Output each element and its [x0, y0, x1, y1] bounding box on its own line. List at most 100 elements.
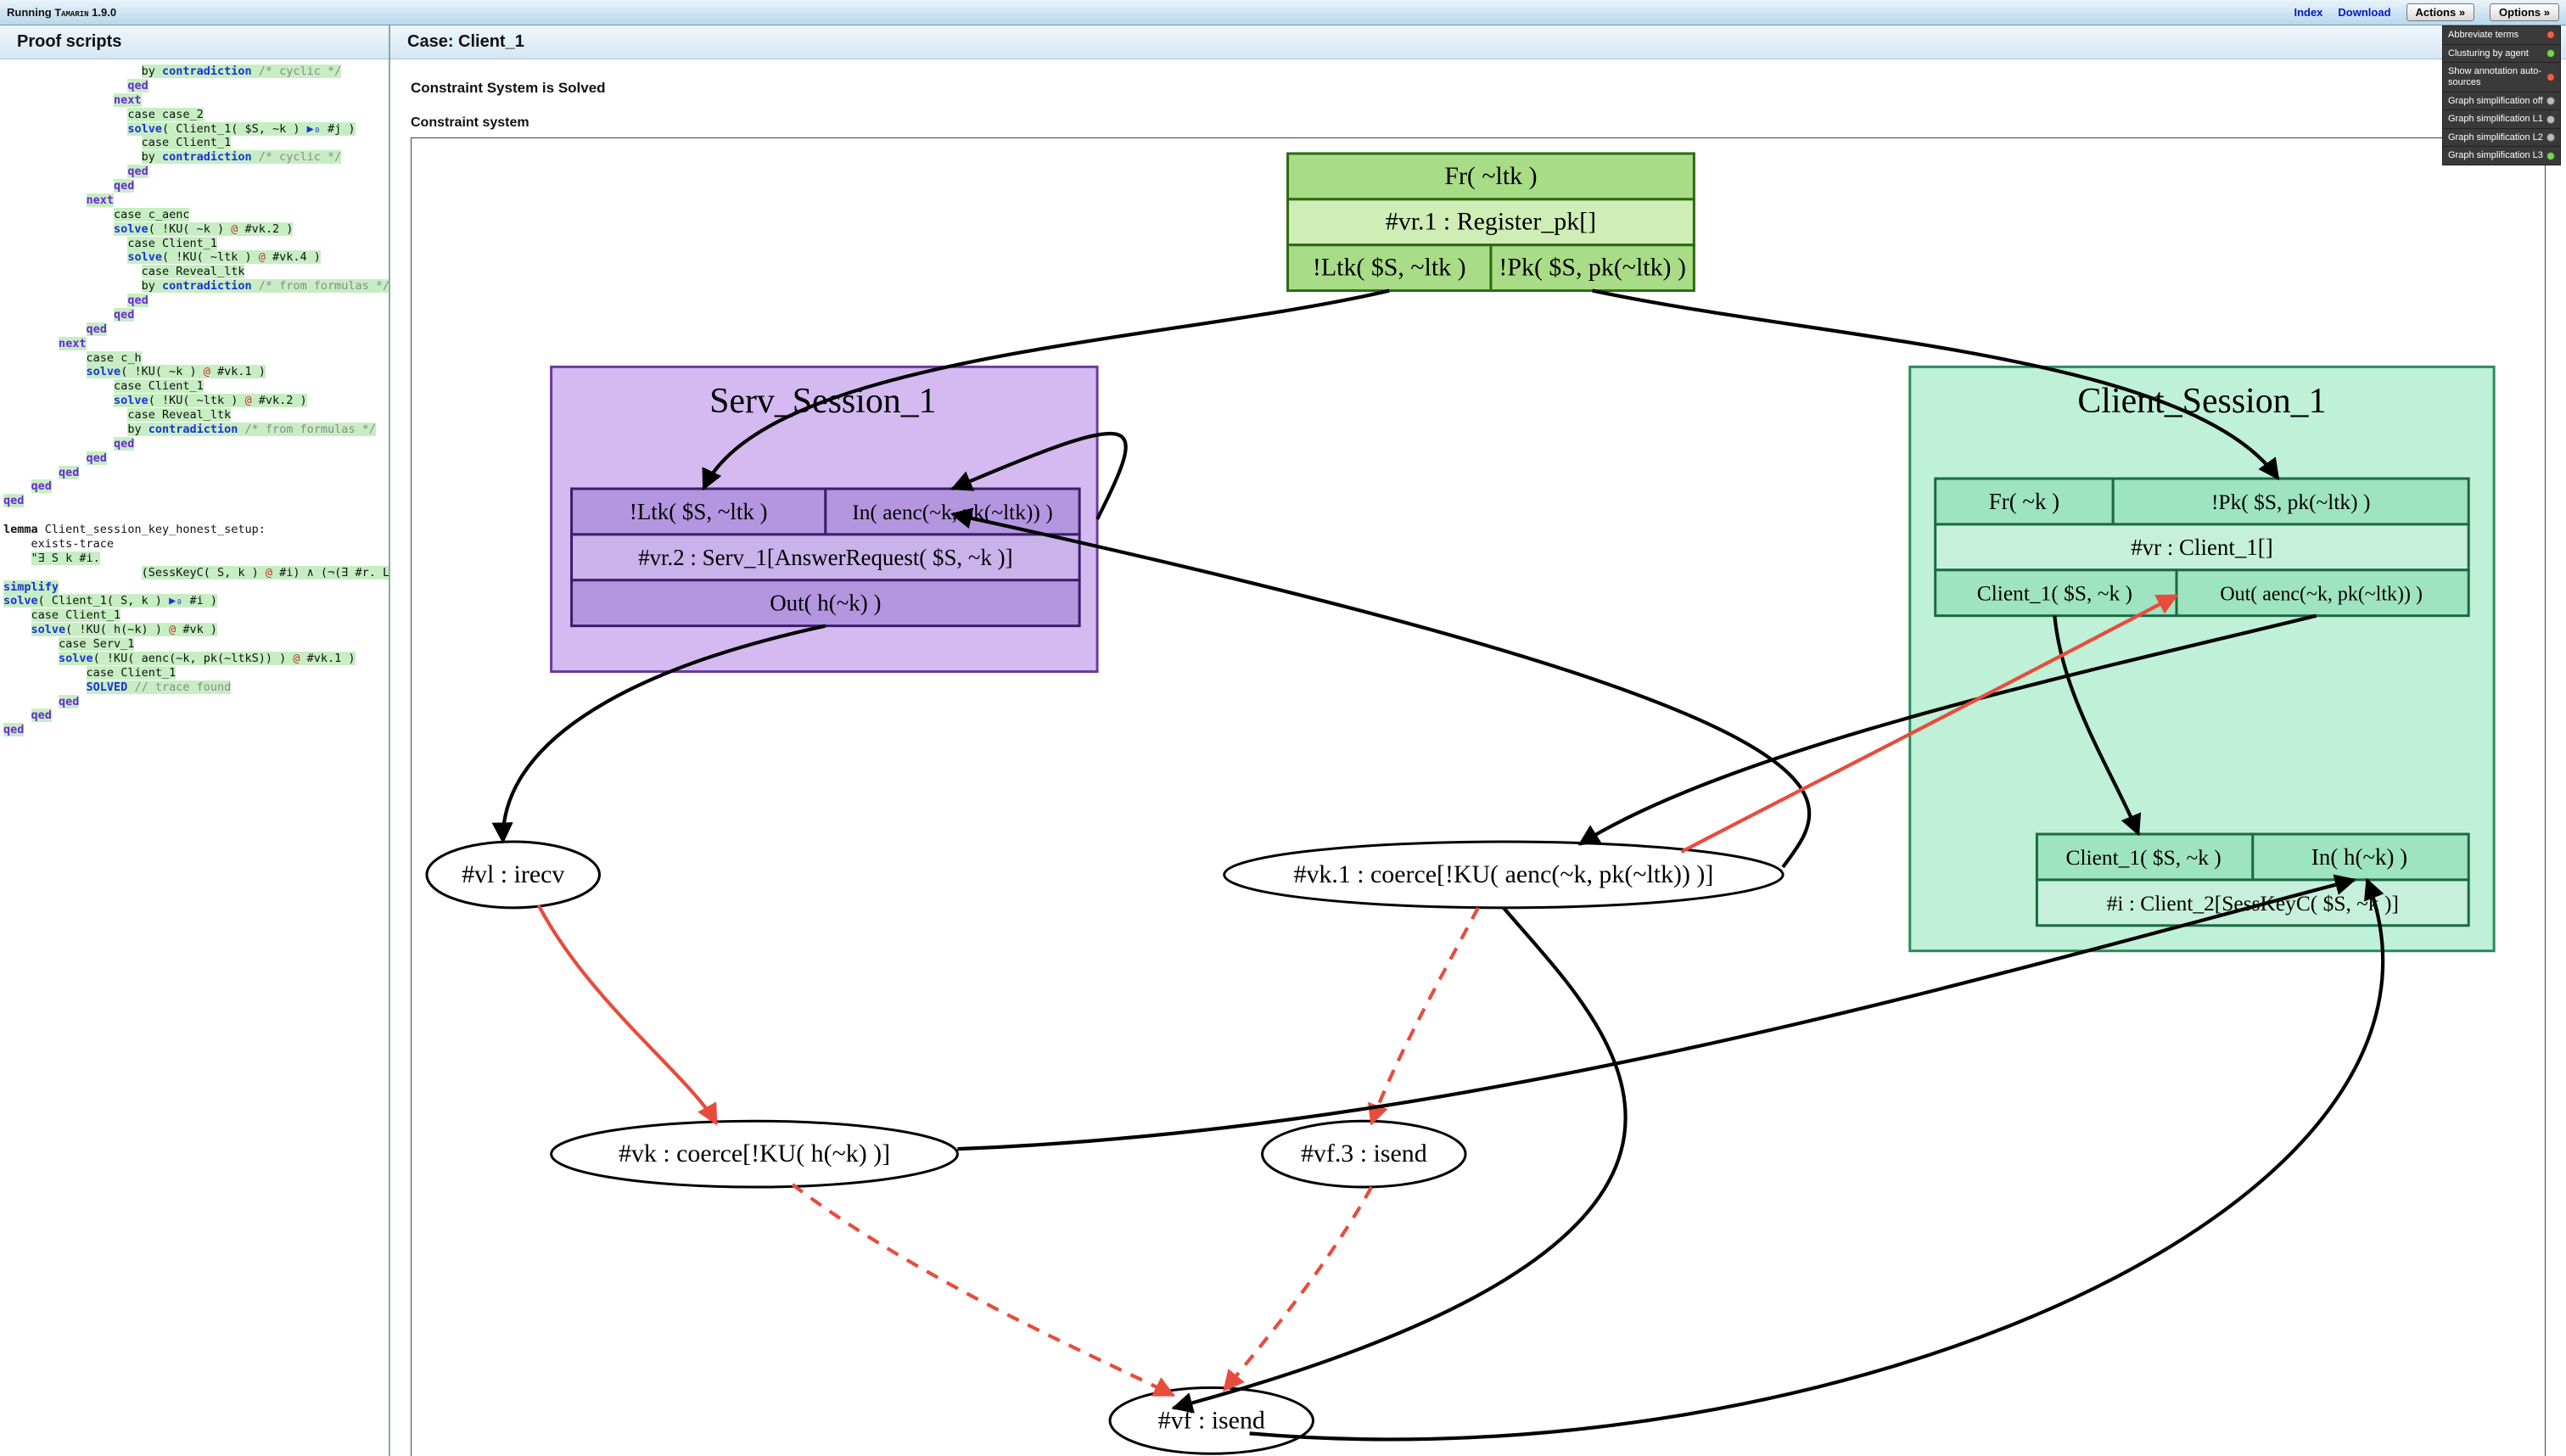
proof-line[interactable]: exists-trace: [3, 537, 385, 552]
svg-text:Fr( ~ltk ): Fr( ~ltk ): [1444, 162, 1537, 190]
proof-line[interactable]: qed: [3, 494, 385, 508]
proof-line[interactable]: qed: [3, 466, 385, 480]
right-panel[interactable]: Case: Client_1 Constraint System is Solv…: [390, 25, 2566, 1456]
option-label: Clusturing by agent: [2448, 48, 2529, 59]
svg-text:In( h(~k) ): In( h(~k) ): [2311, 844, 2407, 870]
option-abbreviate-terms[interactable]: Abbreviate terms: [2443, 26, 2560, 45]
status-dot-icon: [2546, 49, 2555, 58]
svg-text:Client_Session_1: Client_Session_1: [2077, 382, 2326, 421]
svg-text:!Ltk( $S, ~ltk ): !Ltk( $S, ~ltk ): [630, 499, 768, 524]
proof-line[interactable]: by contradiction /* cyclic */: [3, 64, 385, 79]
proof-line[interactable]: SOLVED // trace found: [3, 680, 385, 695]
status-dot-icon: [2546, 115, 2555, 124]
options-menu-button[interactable]: Options »: [2490, 3, 2559, 21]
option-show-annotation-auto-sources[interactable]: Show annotation auto-sources: [2443, 63, 2560, 92]
proof-line[interactable]: case Client_1: [3, 666, 385, 680]
proof-line[interactable]: qed: [3, 294, 385, 308]
proof-line[interactable]: solve( !KU( ~ltk ) @ #vk.2 ): [3, 394, 385, 408]
proof-line[interactable]: qed: [3, 695, 385, 709]
svg-text:!Pk( $S, pk(~ltk) ): !Pk( $S, pk(~ltk) ): [1499, 254, 1686, 282]
nav-download[interactable]: Download: [2338, 6, 2390, 19]
proof-line[interactable]: case Reveal_ltk: [3, 408, 385, 423]
svg-text:#vk : coerce[!KU( h(~k) )]: #vk : coerce[!KU( h(~k) )]: [619, 1140, 890, 1168]
option-clusturing-by-agent[interactable]: Clusturing by agent: [2443, 45, 2560, 64]
option-graph-simplification-off[interactable]: Graph simplification off: [2443, 92, 2560, 111]
proof-line[interactable]: qed: [3, 437, 385, 451]
option-label: Show annotation auto-sources: [2448, 66, 2543, 87]
svg-text:#vr.2 : Serv_1[AnswerRequest(: #vr.2 : Serv_1[AnswerRequest( $S, ~k )]: [638, 545, 1013, 570]
proof-line[interactable]: "∃ S k #i.: [3, 552, 385, 566]
prover-version: 1.9.0: [89, 6, 117, 19]
proof-scripts-title: Proof scripts: [0, 25, 389, 59]
topbar: Running Tamarin 1.9.0 Index Download Act…: [0, 0, 2566, 25]
svg-text:#vk.1 : coerce[!KU( aenc(~k, p: #vk.1 : coerce[!KU( aenc(~k, pk(~ltk)) )…: [1293, 860, 1713, 888]
option-label: Abbreviate terms: [2448, 30, 2518, 41]
svg-text:#vf : isend: #vf : isend: [1158, 1406, 1265, 1434]
proof-line[interactable]: solve( !KU( ~k ) @ #vk.1 ): [3, 365, 385, 379]
proof-line[interactable]: case c_aenc: [3, 208, 385, 222]
proof-line[interactable]: case c_h: [3, 351, 385, 366]
proof-line[interactable]: next: [3, 337, 385, 351]
status-dot-icon: [2546, 31, 2555, 39]
option-graph-simplification-l3[interactable]: Graph simplification L3: [2443, 147, 2560, 165]
proof-line[interactable]: solve( !KU( aenc(~k, pk(~ltkS)) ) @ #vk.…: [3, 652, 385, 666]
proof-line[interactable]: qed: [3, 708, 385, 723]
proof-line[interactable]: case Client_1: [3, 379, 385, 394]
proof-line[interactable]: by contradiction /* from formulas */: [3, 423, 385, 437]
running-label: Running: [7, 6, 54, 19]
nav-index[interactable]: Index: [2294, 6, 2322, 19]
svg-text:Out( aenc(~k, pk(~ltk)) ): Out( aenc(~k, pk(~ltk)) ): [2220, 584, 2423, 606]
proof-line[interactable]: qed: [3, 479, 385, 494]
proof-line[interactable]: solve( !KU( ~ltk ) @ #vk.4 ): [3, 250, 385, 265]
status-dot-icon: [2546, 97, 2555, 105]
svg-text:#i : Client_2[SessKeyC( $S, ~k: #i : Client_2[SessKeyC( $S, ~k )]: [2107, 891, 2399, 916]
proof-line[interactable]: case Client_1: [3, 237, 385, 251]
status-dot-icon: [2546, 133, 2555, 142]
status-dot-icon: [2546, 73, 2555, 81]
proof-line[interactable]: case Serv_1: [3, 637, 385, 652]
proof-line[interactable]: qed: [3, 723, 385, 737]
solved-heading: Constraint System is Solved: [411, 80, 2546, 97]
proof-line[interactable]: qed: [3, 308, 385, 322]
proof-line[interactable]: by contradiction /* from formulas */: [3, 279, 385, 294]
proof-line[interactable]: case case_2: [3, 108, 385, 122]
option-label: Graph simplification L2: [2448, 132, 2543, 143]
proof-line[interactable]: qed: [3, 179, 385, 193]
proof-line[interactable]: qed: [3, 79, 385, 93]
left-panel[interactable]: Proof scripts by contradiction /* cyclic…: [0, 25, 390, 1456]
proof-line[interactable]: case Client_1: [3, 608, 385, 623]
case-title: Case: Client_1: [390, 25, 2566, 59]
svg-text:In( aenc(~k, pk(~ltk)) ): In( aenc(~k, pk(~ltk)) ): [852, 500, 1052, 524]
proof-line[interactable]: case Reveal_ltk: [3, 265, 385, 279]
proof-line[interactable]: qed: [3, 322, 385, 337]
proof-line[interactable]: case Client_1: [3, 136, 385, 150]
proof-line[interactable]: solve( !KU( ~k ) @ #vk.2 ): [3, 222, 385, 237]
proof-line[interactable]: solve( !KU( h(~k) ) @ #vk ): [3, 623, 385, 637]
svg-text:Out( h(~k) ): Out( h(~k) ): [770, 591, 881, 616]
proof-line[interactable]: [3, 508, 385, 523]
svg-text:#vr : Client_1[]: #vr : Client_1[]: [2131, 535, 2273, 560]
svg-text:Client_1( $S, ~k ): Client_1( $S, ~k ): [2066, 845, 2221, 870]
proof-line[interactable]: next: [3, 193, 385, 208]
proof-line[interactable]: qed: [3, 451, 385, 466]
prover-name: Tamarin: [54, 7, 88, 20]
proof-line[interactable]: simplify: [3, 580, 385, 595]
constraint-graph-svg: Fr( ~ltk )#vr.1 : Register_pk[]!Ltk( $S,…: [412, 138, 2545, 1456]
option-label: Graph simplification off: [2448, 96, 2543, 107]
proof-line[interactable]: by contradiction /* cyclic */: [3, 150, 385, 165]
proof-line[interactable]: solve( Client_1( S, k ) ▶₀ #i ): [3, 594, 385, 608]
proof-line[interactable]: qed: [3, 165, 385, 179]
app-title: Running Tamarin 1.9.0: [7, 6, 116, 20]
proof-script[interactable]: by contradiction /* cyclic */ qed next c…: [0, 59, 389, 754]
options-dropdown: Abbreviate terms Clusturing by agent Show …: [2442, 25, 2561, 165]
actions-menu-button[interactable]: Actions »: [2406, 3, 2475, 21]
svg-text:Client_1( $S, ~k ): Client_1( $S, ~k ): [1977, 581, 2132, 606]
proof-line[interactable]: lemma Client_session_key_honest_setup:: [3, 523, 385, 537]
option-graph-simplification-l1[interactable]: Graph simplification L1: [2443, 110, 2560, 129]
proof-line[interactable]: solve( Client_1( $S, ~k ) ▶₀ #j ): [3, 122, 385, 137]
svg-text:#vl : irecv: #vl : irecv: [462, 860, 564, 888]
proof-line[interactable]: (SessKeyC( S, k ) @ #i) ∧ (¬(∃ #r. LtkRe…: [3, 566, 385, 580]
constraint-heading: Constraint system: [411, 115, 2546, 131]
proof-line[interactable]: next: [3, 93, 385, 108]
option-graph-simplification-l2[interactable]: Graph simplification L2: [2443, 129, 2560, 148]
